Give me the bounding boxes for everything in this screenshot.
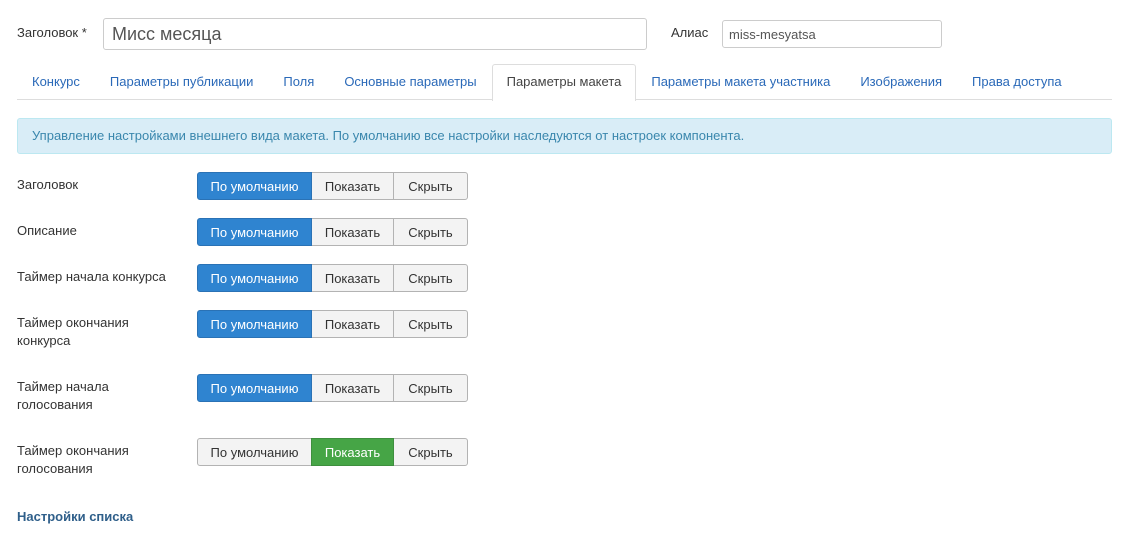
show-button[interactable]: Показать bbox=[311, 374, 394, 402]
tab-images[interactable]: Изображения bbox=[845, 64, 957, 99]
tab-publishing[interactable]: Параметры публикации bbox=[95, 64, 268, 99]
option-label: Таймер окончания конкурса bbox=[17, 315, 129, 348]
radio-group-description: По умолчанию Показать Скрыть bbox=[197, 218, 468, 246]
radio-group-voting-start-timer: По умолчанию Показать Скрыть bbox=[197, 374, 468, 402]
show-button[interactable]: Показать bbox=[311, 264, 394, 292]
show-button[interactable]: Показать bbox=[311, 310, 394, 338]
default-button[interactable]: По умолчанию bbox=[197, 218, 312, 246]
option-label: Таймер начала голосования bbox=[17, 379, 109, 412]
info-message: Управление настройками внешнего вида мак… bbox=[17, 118, 1112, 154]
title-label: Заголовок * bbox=[17, 25, 87, 40]
tab-options[interactable]: Основные параметры bbox=[329, 64, 491, 99]
tab-participant-layout[interactable]: Параметры макета участника bbox=[636, 64, 845, 99]
option-label: Заголовок bbox=[17, 177, 79, 192]
alias-input[interactable] bbox=[722, 20, 942, 48]
section-title-list-settings: Настройки списка bbox=[17, 509, 134, 524]
option-label: Таймер начала конкурса bbox=[17, 269, 166, 284]
show-button[interactable]: Показать bbox=[311, 218, 394, 246]
hide-button[interactable]: Скрыть bbox=[393, 218, 468, 246]
tab-contest[interactable]: Конкурс bbox=[17, 64, 95, 99]
tab-permissions[interactable]: Права доступа bbox=[957, 64, 1077, 99]
default-button[interactable]: По умолчанию bbox=[197, 264, 312, 292]
radio-group-contest-end-timer: По умолчанию Показать Скрыть bbox=[197, 310, 468, 338]
tab-fields[interactable]: Поля bbox=[268, 64, 329, 99]
option-label: Таймер окончания голосования bbox=[17, 443, 129, 476]
default-button[interactable]: По умолчанию bbox=[197, 310, 312, 338]
default-button[interactable]: По умолчанию bbox=[197, 374, 312, 402]
show-button[interactable]: Показать bbox=[311, 438, 394, 466]
title-row: Заголовок * Алиас bbox=[17, 18, 1117, 50]
alias-label: Алиас bbox=[671, 25, 709, 40]
hide-button[interactable]: Скрыть bbox=[393, 264, 468, 292]
default-button[interactable]: По умолчанию bbox=[197, 172, 312, 200]
tab-bar: Конкурс Параметры публикации Поля Основн… bbox=[17, 64, 1112, 101]
show-button[interactable]: Показать bbox=[311, 172, 394, 200]
radio-group-contest-start-timer: По умолчанию Показать Скрыть bbox=[197, 264, 468, 292]
radio-group-voting-end-timer: По умолчанию Показать Скрыть bbox=[197, 438, 468, 466]
hide-button[interactable]: Скрыть bbox=[393, 438, 468, 466]
hide-button[interactable]: Скрыть bbox=[393, 172, 468, 200]
default-button[interactable]: По умолчанию bbox=[197, 438, 312, 466]
hide-button[interactable]: Скрыть bbox=[393, 374, 468, 402]
title-input[interactable] bbox=[103, 18, 647, 50]
tab-layout[interactable]: Параметры макета bbox=[491, 64, 637, 101]
hide-button[interactable]: Скрыть bbox=[393, 310, 468, 338]
radio-group-title: По умолчанию Показать Скрыть bbox=[197, 172, 468, 200]
option-label: Описание bbox=[17, 223, 77, 238]
